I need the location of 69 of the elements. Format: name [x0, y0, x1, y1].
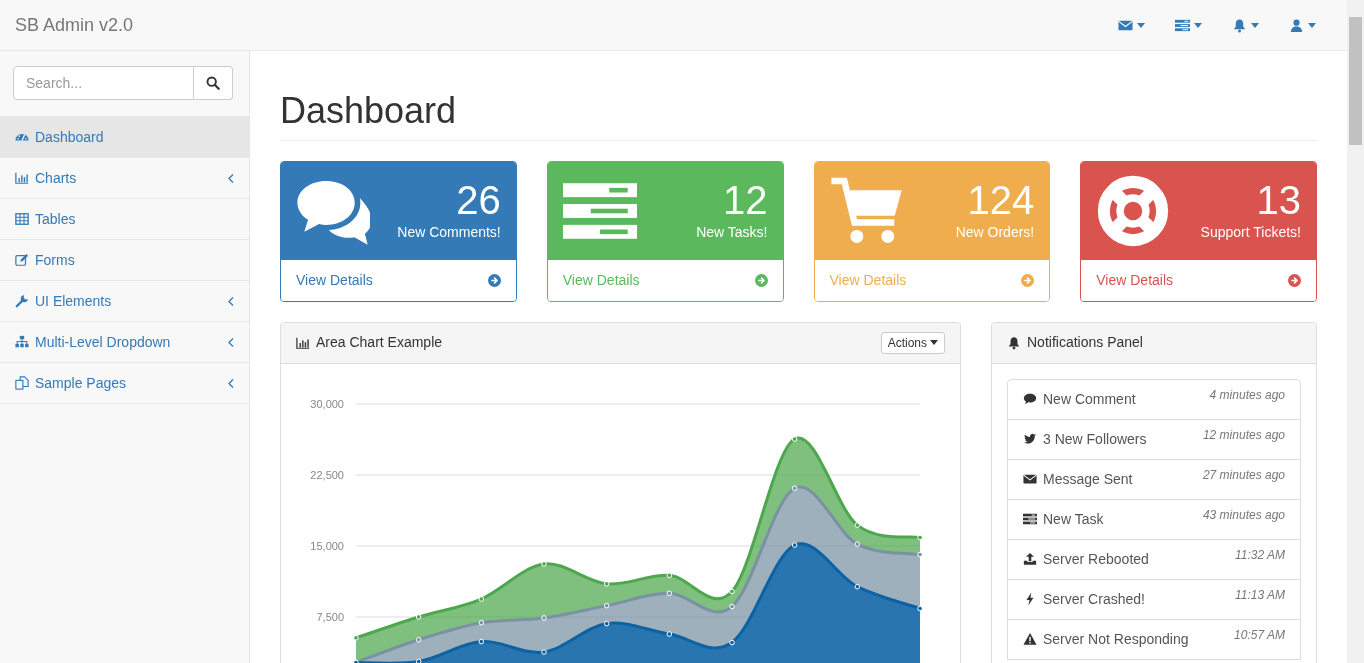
- notification-time: 10:57 AM: [1234, 627, 1285, 645]
- arrow-circle-right-icon: [1021, 273, 1035, 287]
- arrow-circle-right-icon: [487, 273, 501, 287]
- notification-time: 11:13 AM: [1234, 587, 1285, 605]
- sidebar-item[interactable]: Forms: [0, 240, 249, 281]
- notification-time: 27 minutes ago: [1202, 467, 1285, 485]
- bell-icon: [1007, 335, 1021, 350]
- sidebar-item[interactable]: UI Elements: [0, 281, 249, 322]
- speech-bubble-icon: [1023, 392, 1037, 407]
- notification-item[interactable]: Server Crashed! 11:13 AM: [1007, 578, 1301, 620]
- axis-tick-label: 15,000: [310, 539, 344, 552]
- scrollbar-thumb[interactable]: [1349, 17, 1362, 145]
- user-icon: [1289, 17, 1304, 33]
- caret-icon: [930, 340, 938, 346]
- brand-title[interactable]: SB Admin v2.0: [0, 11, 149, 39]
- notification-item[interactable]: Message Sent 27 minutes ago: [1007, 458, 1301, 500]
- task-list-icon: [1023, 512, 1037, 527]
- notification-item[interactable]: Server Not Responding 10:57 AM: [1007, 618, 1301, 660]
- edit-icon: [15, 253, 29, 267]
- task-list-icon: [1175, 17, 1190, 33]
- bar-chart-icon: [296, 335, 310, 350]
- page-title: Dashboard: [280, 91, 1317, 141]
- stat-label: Support Tickets!: [1200, 223, 1301, 243]
- stat-count: 13: [1255, 178, 1301, 223]
- stat-count: 124: [966, 178, 1035, 223]
- bar-chart-icon: [15, 171, 29, 185]
- caret-icon: [1137, 22, 1145, 28]
- files-icon: [15, 376, 29, 390]
- axis-tick-label: 22,500: [310, 468, 344, 481]
- notification-time: 43 minutes ago: [1202, 507, 1285, 525]
- sidebar-item[interactable]: Dashboard: [0, 117, 249, 158]
- notification-item[interactable]: Server Rebooted 11:32 AM: [1007, 538, 1301, 580]
- caret-icon: [1251, 22, 1259, 28]
- notification-item[interactable]: New Comment 4 minutes ago: [1007, 378, 1301, 420]
- notification-time: 11:32 AM: [1234, 547, 1285, 565]
- arrow-circle-right-icon: [754, 273, 768, 287]
- life-ring-icon: [1096, 173, 1171, 248]
- sidebar-item[interactable]: Charts: [0, 158, 249, 199]
- panel-title: Notifications Panel: [1027, 333, 1143, 353]
- axis-tick-label: 7,500: [316, 610, 344, 623]
- stat-count: 26: [455, 178, 501, 223]
- notification-time: 4 minutes ago: [1209, 387, 1285, 405]
- caret-icon: [1308, 22, 1316, 28]
- notification-item[interactable]: 3 New Followers 12 minutes ago: [1007, 418, 1301, 460]
- scrollbar[interactable]: [1347, 0, 1364, 663]
- search-button[interactable]: [194, 66, 233, 100]
- upload-icon: [1023, 552, 1037, 567]
- axis-tick-label: 30,000: [310, 397, 344, 410]
- stat-count: 12: [722, 178, 768, 223]
- warning-icon: [1023, 632, 1037, 647]
- actions-button[interactable]: Actions: [880, 331, 945, 354]
- search-icon: [206, 76, 220, 90]
- sidebar-item[interactable]: Tables: [0, 199, 249, 240]
- bell-icon: [1232, 17, 1247, 33]
- stat-label: New Orders!: [955, 223, 1035, 243]
- bird-icon: [1023, 432, 1037, 447]
- sidebar-item[interactable]: Multi-Level Dropdown: [0, 322, 249, 363]
- caret-icon: [1194, 22, 1202, 28]
- stat-label: New Comments!: [397, 223, 501, 243]
- notification-item[interactable]: New Task 43 minutes ago: [1007, 498, 1301, 540]
- table-icon: [15, 212, 29, 226]
- search-field[interactable]: Search...: [13, 66, 194, 100]
- arrow-circle-right-icon: [1288, 273, 1301, 287]
- stat-label: New Tasks!: [696, 223, 768, 243]
- notification-time: 12 minutes ago: [1202, 427, 1285, 445]
- wrench-icon: [15, 294, 29, 308]
- sitemap-icon: [15, 335, 29, 349]
- sidebar-item[interactable]: Sample Pages: [0, 363, 249, 404]
- panel-title: Area Chart Example: [316, 333, 443, 353]
